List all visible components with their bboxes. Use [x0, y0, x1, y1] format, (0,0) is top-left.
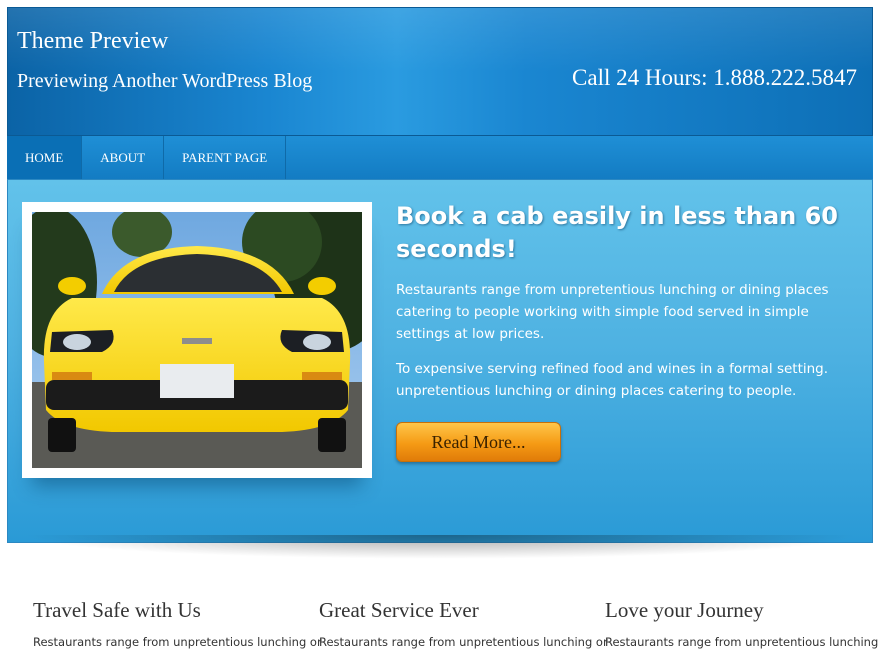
hero-paragraph-2: To expensive serving refined food and wi…: [396, 361, 829, 399]
car-photo: [32, 212, 362, 468]
main-nav: HOME ABOUT PARENT PAGE: [7, 135, 873, 180]
nav-item-about[interactable]: ABOUT: [82, 136, 165, 180]
feature-text: Restaurants range from unpretentious lun…: [605, 635, 880, 649]
nav-item-parent-page[interactable]: PARENT PAGE: [164, 136, 287, 180]
hero-shadow: [20, 535, 860, 559]
site-title[interactable]: Theme Preview: [17, 28, 168, 55]
feature-text: Restaurants range from unpretentious lun…: [33, 635, 322, 649]
site-header: Theme Preview Previewing Another WordPre…: [7, 7, 873, 135]
feature-title[interactable]: Travel Safe with Us: [33, 598, 283, 623]
feature-column-1: Travel Safe with Us Restaurants range fr…: [33, 598, 322, 649]
hero-paragraph-1: Restaurants range from unpretentious lun…: [396, 282, 829, 342]
site-description: Previewing Another WordPress Blog: [17, 70, 313, 92]
feature-text: Restaurants range from unpretentious lun…: [319, 635, 608, 649]
feature-column-3: Love your Journey Restaurants range from…: [605, 598, 880, 649]
feature-title[interactable]: Love your Journey: [605, 598, 855, 623]
read-more-button[interactable]: Read More...: [396, 422, 561, 462]
hero-photo-frame: [22, 202, 372, 478]
feature-column-2: Great Service Ever Restaurants range fro…: [319, 598, 608, 649]
hero-banner: Book a cab easily in less than 60 second…: [7, 179, 873, 543]
feature-title[interactable]: Great Service Ever: [319, 598, 569, 623]
nav-item-home[interactable]: HOME: [7, 136, 83, 180]
phone-number: Call 24 Hours: 1.888.222.5847: [572, 65, 857, 90]
page-wrapper: Theme Preview Previewing Another WordPre…: [7, 7, 873, 543]
hero-title: Book a cab easily in less than 60 second…: [396, 202, 838, 263]
